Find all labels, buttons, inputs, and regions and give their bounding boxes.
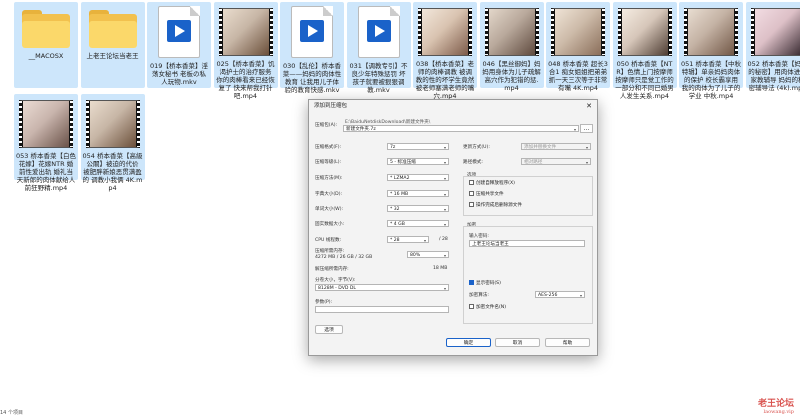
dict-select[interactable]: * 16 MB ▾ xyxy=(387,190,449,197)
file-name-label: 053 桥本香菜【白色花嫁】花嫁NTR 婚前性爱出轨 婚礼当天新郎的肉体献给人前… xyxy=(16,152,76,192)
encrypt-method-select[interactable]: AES-256 ▾ xyxy=(535,291,585,298)
method-select[interactable]: * LZMA2 ▾ xyxy=(387,174,449,181)
video-thumbnail xyxy=(418,8,472,56)
path-label: 路径模式: xyxy=(463,160,483,165)
watermark-logo: 老王论坛 laowang.vip xyxy=(757,399,794,415)
file-name-label: 046【黑丝御妈】妈妈用身体为儿子疏解 高穴作为犯错的惩.mp4 xyxy=(482,60,541,92)
browse-button[interactable]: ... xyxy=(580,124,593,133)
dialog-titlebar[interactable]: 添加到压缩包 ✕ xyxy=(309,100,597,112)
file-name-label: 052 桥本香菜【妈妈的秘密】用肉体进行家教辅导 妈妈的秘密辅导法 (4k).m… xyxy=(747,60,800,92)
format-select[interactable]: 7z ▾ xyxy=(387,143,449,150)
file-name-label: __MACOSX xyxy=(28,52,64,60)
params-input[interactable] xyxy=(315,306,449,313)
mem-pct-select[interactable]: 80% ▾ xyxy=(407,251,449,258)
video-thumbnail xyxy=(551,8,605,56)
file-tile[interactable]: 038【桥本香菜】老师的肉棒调教 被调教的性的坏学生竟然被老师塞满老师的嘴穴.m… xyxy=(413,2,477,100)
decomp-label: 解压缩所需内存: xyxy=(315,267,349,272)
video-file-icon xyxy=(291,6,333,58)
archive-label: 压缩包(A): xyxy=(315,123,338,128)
solid-select[interactable]: * 4 GB ▾ xyxy=(387,220,449,227)
file-name-label: 038【桥本香菜】老师的肉棒调教 被调教的性的坏学生竟然被老师塞满老师的嘴穴.m… xyxy=(415,60,475,100)
dialog-title: 添加到压缩包 xyxy=(314,103,348,109)
folder-icon xyxy=(88,10,137,48)
file-tile[interactable]: 025【桥本香菜】饥渴护士的治疗服务 你的肉棒看来已经恢复了 快来帮我打针吧.m… xyxy=(213,2,278,100)
password-label: 输入密码: xyxy=(469,234,489,239)
path-select[interactable]: 相对路径 ▾ xyxy=(521,158,591,165)
video-thumbnail xyxy=(85,100,140,148)
threads-max: / 28 xyxy=(439,237,448,242)
file-tile[interactable]: 上老王论坛当老王 xyxy=(80,2,145,88)
update-select[interactable]: 添加并替换文件 ▾ xyxy=(521,143,591,150)
threads-select[interactable]: * 28 ▾ xyxy=(387,236,429,243)
file-tile[interactable]: 031【调教专引】不良少年特殊惩罚 坏孩子就要被狠狠调教.mkv xyxy=(346,2,411,94)
file-tile[interactable]: 053 桥本香菜【白色花嫁】花嫁NTR 婚前性爱出轨 婚礼当天新郎的肉体献给人前… xyxy=(14,94,78,192)
status-bar: 14 个项目 xyxy=(0,410,23,416)
file-tile[interactable]: __MACOSX xyxy=(14,2,78,88)
threads-label: CPU 线程数: xyxy=(315,238,342,243)
video-thumbnail xyxy=(19,100,73,148)
show-password-checkbox[interactable]: 显示密码(S) xyxy=(469,280,501,286)
help-button[interactable]: 帮助 xyxy=(545,338,590,347)
file-name-label: 上老王论坛当老王 xyxy=(86,52,139,60)
file-name-label: 050 桥本香菜【NTR】色情上门按摩师 按摩师只是觉工作的一部分和不同已婚男人… xyxy=(615,60,674,100)
word-select[interactable]: * 32 ▾ xyxy=(387,205,449,212)
method-label: 压缩方法(M): xyxy=(315,176,343,181)
video-thumbnail xyxy=(617,8,672,56)
file-name-label: 051 桥本香菜【中秋特辑】单亲妈妈肉体的保护 校长霸享用我的肉体为了儿子的学业… xyxy=(681,60,741,100)
file-tile[interactable]: 051 桥本香菜【中秋特辑】单亲妈妈肉体的保护 校长霸享用我的肉体为了儿子的学业… xyxy=(679,2,743,100)
encrypt-method-label: 加密算法: xyxy=(469,293,489,298)
level-label: 压缩等级(L): xyxy=(315,160,342,165)
encrypt-names-checkbox[interactable]: 加密文件名(N) xyxy=(469,304,506,310)
dict-label: 字典大小(D): xyxy=(315,192,343,197)
add-to-archive-dialog: 添加到压缩包 ✕ 压缩包(A): E:\BaiduNetdiskDownload… xyxy=(308,99,598,356)
decomp-value: 18 MB xyxy=(433,266,448,271)
file-name-label: 048 桥本香菜 超长3合1 痴女姐姐把弟弟抓一天三次等于非常有嘴 4K.mp4 xyxy=(548,60,608,92)
format-label: 压缩格式(F): xyxy=(315,145,342,150)
file-tile[interactable]: 052 桥本香菜【妈妈的秘密】用肉体进行家教辅导 妈妈的秘密辅导法 (4k).m… xyxy=(745,2,800,92)
split-label: 分卷大小，字节(V): xyxy=(315,278,356,283)
shared-checkbox[interactable]: 压缩共享文件 xyxy=(469,191,504,197)
file-tile[interactable]: 046【黑丝御妈】妈妈用身体为儿子疏解 高穴作为犯错的惩.mp4 xyxy=(479,2,544,92)
video-thumbnail xyxy=(218,8,273,56)
mem-label: 压缩所需内存: xyxy=(315,249,345,254)
folder-icon xyxy=(22,10,70,48)
ok-button[interactable]: 确定 xyxy=(446,338,491,347)
file-name-label: 025【桥本香菜】饥渴护士的治疗服务 你的肉棒看来已经恢复了 快来帮我打针吧.m… xyxy=(216,60,275,100)
sfx-checkbox[interactable]: 创建自释放程序(X) xyxy=(469,180,515,186)
archive-name-input[interactable]: 新建文件夹.7z ▾ xyxy=(343,125,579,132)
file-tile[interactable]: 054 桥本香菜【高級公關】被迫的代价 被肥胖新娘恶贯满盈的 调教小我俩 4K.… xyxy=(80,94,145,192)
word-label: 单词大小(W): xyxy=(315,207,344,212)
file-name-label: 030【乱伦】桥本香菜——妈妈的肉体性教育 让我用儿子体验的教育快感.mkv xyxy=(282,62,342,94)
close-icon[interactable]: ✕ xyxy=(586,100,592,112)
split-select[interactable]: 8128M - DVD DL ▾ xyxy=(315,284,449,291)
options-button[interactable]: 选项 xyxy=(315,325,343,334)
video-thumbnail xyxy=(750,8,800,56)
video-file-icon xyxy=(158,6,200,58)
params-label: 参数(P): xyxy=(315,300,333,305)
file-tile[interactable]: 030【乱伦】桥本香菜——妈妈的肉体性教育 让我用儿子体验的教育快感.mkv xyxy=(280,2,344,94)
password-input[interactable]: 上老王论坛当老王 xyxy=(469,240,585,247)
delete-checkbox[interactable]: 操作完成后删除源文件 xyxy=(469,202,522,208)
file-tile[interactable]: 019【桥本香菜】淫荡女秘书 老板の私人玩物.mkv xyxy=(147,2,211,88)
file-name-label: 019【桥本香菜】淫荡女秘书 老板の私人玩物.mkv xyxy=(150,62,208,86)
file-name-label: 054 桥本香菜【高級公關】被迫的代价 被肥胖新娘恶贯满盈的 调教小我俩 4K.… xyxy=(82,152,143,192)
level-select[interactable]: 5 - 标准压缩 ▾ xyxy=(387,158,449,165)
file-name-label: 031【调教专引】不良少年特殊惩罚 坏孩子就要被狠狠调教.mkv xyxy=(349,62,408,94)
video-thumbnail xyxy=(484,8,539,56)
video-file-icon xyxy=(357,6,400,58)
update-label: 更新方式(U): xyxy=(463,145,490,150)
file-tile[interactable]: 048 桥本香菜 超长3合1 痴女姐姐把弟弟抓一天三次等于非常有嘴 4K.mp4 xyxy=(546,2,610,92)
mem-value: 4272 MB / 26 GB / 32 GB xyxy=(315,255,373,260)
video-thumbnail xyxy=(684,8,738,56)
file-tile[interactable]: 050 桥本香菜【NTR】色情上门按摩师 按摩师只是觉工作的一部分和不同已婚男人… xyxy=(612,2,677,100)
solid-label: 固实数据大小: xyxy=(315,222,345,227)
cancel-button[interactable]: 取消 xyxy=(495,338,540,347)
